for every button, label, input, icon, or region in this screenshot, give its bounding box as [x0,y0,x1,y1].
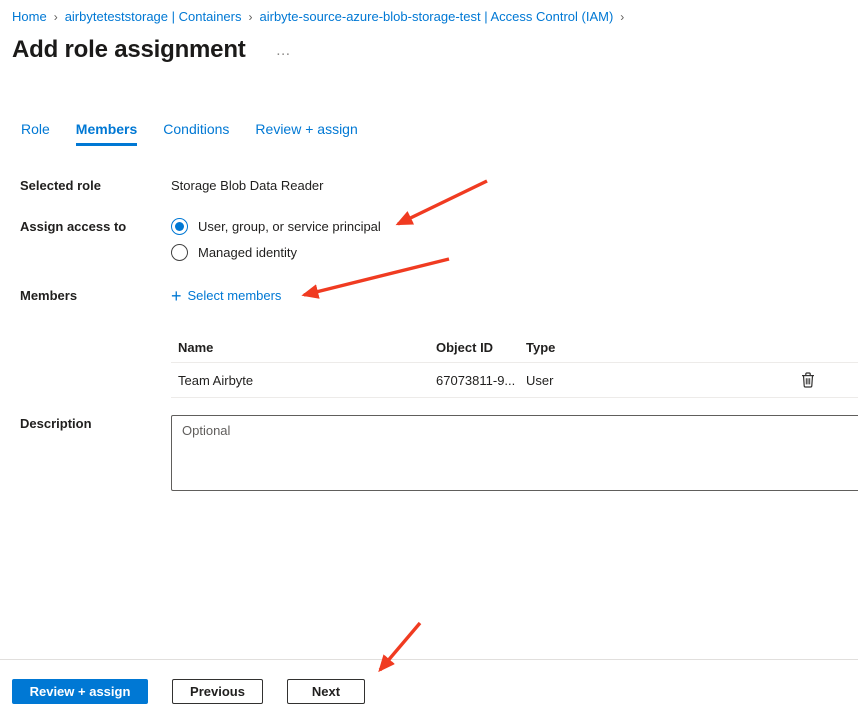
assign-access-radio-group: User, group, or service principal Manage… [171,218,381,261]
description-label: Description [20,415,171,433]
trash-icon [801,372,815,388]
column-header-type: Type [526,340,758,355]
page-title-row: Add role assignment … [12,36,292,64]
breadcrumb: Home › airbyteteststorage | Containers › air… [12,9,631,24]
breadcrumb-separator: › [620,10,624,24]
tab-role[interactable]: Role [21,121,50,146]
tab-members[interactable]: Members [76,121,137,146]
member-name-cell: Team Airbyte [171,373,436,388]
breadcrumb-access-control-iam[interactable]: airbyte-source-azure-blob-storage-test |… [260,9,614,24]
tab-conditions[interactable]: Conditions [163,121,229,146]
breadcrumb-separator: › [249,10,253,24]
radio-label: Managed identity [198,245,297,260]
assign-access-row: Assign access to User, group, or service… [20,218,381,261]
radio-label: User, group, or service principal [198,219,381,234]
breadcrumb-separator: › [54,10,58,24]
next-button[interactable]: Next [287,679,365,704]
selected-role-value: Storage Blob Data Reader [171,177,323,195]
more-options-icon[interactable]: … [276,42,293,59]
delete-member-button[interactable] [801,372,815,388]
members-table-header: Name Object ID Type [171,333,858,363]
breadcrumb-home[interactable]: Home [12,9,47,24]
radio-selected-icon [171,218,188,235]
previous-button[interactable]: Previous [172,679,263,704]
assign-access-label: Assign access to [20,218,171,236]
review-assign-button[interactable]: Review + assign [12,679,148,704]
table-row: Team Airbyte 67073811-9... User [171,363,858,398]
member-object-id-cell: 67073811-9... [436,373,526,388]
radio-unselected-icon [171,244,188,261]
select-members-link[interactable]: + Select members [171,287,281,305]
members-row: Members + Select members [20,287,281,305]
select-members-label: Select members [188,287,282,305]
column-header-name: Name [171,340,436,355]
description-row: Description [20,415,858,491]
breadcrumb-storage-containers[interactable]: airbyteteststorage | Containers [65,9,242,24]
footer-divider [0,659,858,660]
tab-bar: Role Members Conditions Review + assign [21,121,358,146]
page-title: Add role assignment [12,36,246,64]
members-table: Name Object ID Type Team Airbyte 6707381… [171,333,858,398]
footer-button-bar: Review + assign Previous Next [12,679,365,704]
radio-managed-identity[interactable]: Managed identity [171,244,381,261]
radio-user-group-service-principal[interactable]: User, group, or service principal [171,218,381,235]
member-type-cell: User [526,373,758,388]
selected-role-label: Selected role [20,177,171,195]
description-input[interactable] [171,415,858,491]
tab-review-assign[interactable]: Review + assign [255,121,357,146]
selected-role-row: Selected role Storage Blob Data Reader [20,177,323,195]
plus-icon: + [171,289,182,303]
column-header-object-id: Object ID [436,340,526,355]
members-label: Members [20,287,171,305]
